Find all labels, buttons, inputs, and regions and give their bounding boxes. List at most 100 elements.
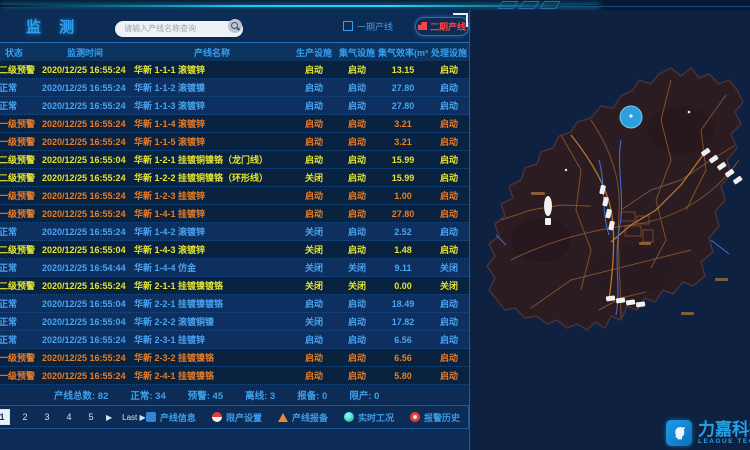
- info-square-icon: [146, 412, 156, 422]
- cell-prod: 启动: [292, 189, 336, 202]
- cell-time: 2020/12/25 16:55:24: [38, 209, 132, 219]
- cell-status: 二级预警: [0, 63, 38, 76]
- cell-gas: 启动: [336, 117, 378, 130]
- search-icon[interactable]: [228, 19, 242, 33]
- cell-gas: 启动: [336, 81, 378, 94]
- column-header: 集气效率(m³/s): [378, 46, 428, 59]
- table-row[interactable]: 正常2020/12/25 16:55:24华新 2-3-1 挂镀锌启动启动6.5…: [0, 331, 469, 349]
- cell-eff: 27.80: [378, 83, 428, 93]
- cell-gas: 启动: [336, 297, 378, 310]
- cell-gas: 启动: [336, 333, 378, 346]
- table-row[interactable]: 二级预警2020/12/25 16:55:24华新 1-2-2 挂镀铜镍铬（环形…: [0, 169, 469, 187]
- region-map[interactable]: [471, 10, 750, 450]
- cell-name: 华新 1-1-5 滚镀锌: [132, 135, 292, 148]
- cell-status: 一级预警: [0, 117, 38, 130]
- summary-item: 正常: 34: [130, 388, 165, 402]
- cell-status: 一级预警: [0, 135, 38, 148]
- cell-proc: 启动: [428, 225, 469, 238]
- cell-eff: 5.80: [378, 371, 428, 381]
- alarm-dot-icon: [410, 412, 420, 422]
- cell-eff: 1.48: [378, 245, 428, 255]
- cell-name: 华新 2-1-1 挂镀镍镀铬: [132, 279, 292, 292]
- table-row[interactable]: 一级预警2020/12/25 16:55:24华新 1-2-3 挂镀锌启动启动1…: [0, 187, 469, 205]
- cell-name: 华新 2-3-1 挂镀锌: [132, 333, 292, 346]
- phase1-checkbox-group[interactable]: 一期产线: [343, 20, 393, 33]
- table-row[interactable]: 二级预警2020/12/25 16:55:04华新 1-4-3 滚镀锌关闭启动1…: [0, 241, 469, 259]
- cell-name: 华新 1-4-4 仿金: [132, 261, 292, 274]
- toolbar-button-alarm-history[interactable]: 报警历史: [410, 411, 460, 424]
- cell-status: 一级预警: [0, 369, 38, 382]
- table-row[interactable]: 正常2020/12/25 16:55:24华新 1-1-2 滚镀镍启动启动27.…: [0, 79, 469, 97]
- cell-name: 华新 1-1-1 滚镀锌: [132, 63, 292, 76]
- cell-eff: 27.80: [378, 209, 428, 219]
- toolbar-label: 限产设置: [226, 411, 262, 424]
- cell-proc: 启动: [428, 63, 469, 76]
- table-row[interactable]: 正常2020/12/25 16:55:24华新 1-4-2 滚镀锌关闭启动2.5…: [0, 223, 469, 241]
- cell-name: 华新 1-4-2 滚镀锌: [132, 225, 292, 238]
- cell-eff: 2.52: [378, 227, 428, 237]
- search-input[interactable]: [115, 21, 243, 37]
- search-box: [115, 18, 243, 34]
- page-button-4[interactable]: 4: [62, 410, 76, 424]
- table-header: 状态监测时间产线名称生产设施集气设施集气效率(m³/s)处理设施: [0, 42, 469, 61]
- table-row[interactable]: 一级预警2020/12/25 16:55:24华新 2-4-1 挂镀镍铬启动启动…: [0, 367, 469, 385]
- logo-en-text: LEAGUE TECH: [698, 438, 750, 445]
- cell-time: 2020/12/25 16:55:24: [38, 101, 132, 111]
- table-row[interactable]: 正常2020/12/25 16:55:04华新 2-2-1 挂镀镍镀铬启动启动1…: [0, 295, 469, 313]
- toolbar-button-line-info[interactable]: 产线信息: [146, 411, 196, 424]
- table-row[interactable]: 一级预警2020/12/25 16:55:24华新 1-4-1 挂镀锌启动启动2…: [0, 205, 469, 223]
- table-row[interactable]: 一级预警2020/12/25 16:55:24华新 1-1-5 滚镀锌启动启动3…: [0, 133, 469, 151]
- top-decoration-band: [0, 0, 750, 10]
- cell-gas: 启动: [336, 243, 378, 256]
- table-row[interactable]: 正常2020/12/25 16:55:24华新 1-1-3 滚镀锌启动启动27.…: [0, 97, 469, 115]
- limit-circle-icon: [212, 412, 222, 422]
- cell-prod: 启动: [292, 63, 336, 76]
- table-row[interactable]: 二级预警2020/12/25 16:55:24华新 1-1-1 滚镀锌启动启动1…: [0, 61, 469, 79]
- logo-head-icon: [666, 420, 692, 446]
- checkbox-icon[interactable]: [343, 21, 353, 31]
- deco-parallelogram: [498, 1, 519, 9]
- logo-cn-text: 力嘉科技: [698, 421, 750, 438]
- table-row[interactable]: 一级预警2020/12/25 16:55:24华新 2-3-2 挂镀镍铬启动启动…: [0, 349, 469, 367]
- table-row[interactable]: 二级预警2020/12/25 16:55:04华新 1-2-1 挂镀铜镍铬（龙门…: [0, 151, 469, 169]
- toolbar-button-limit-settings[interactable]: 限产设置: [212, 411, 262, 424]
- cell-proc: 启动: [428, 351, 469, 364]
- cell-gas: 启动: [336, 189, 378, 202]
- cell-proc: 启动: [428, 171, 469, 184]
- cell-time: 2020/12/25 16:55:24: [38, 65, 132, 75]
- cell-name: 华新 2-2-2 滚镀铜镍: [132, 315, 292, 328]
- page-button-1[interactable]: 1: [0, 409, 10, 425]
- table-row[interactable]: 正常2020/12/25 16:54:44华新 1-4-4 仿金关闭关闭9.11…: [0, 259, 469, 277]
- cell-status: 二级预警: [0, 243, 38, 256]
- cell-proc: 启动: [428, 153, 469, 166]
- table-row[interactable]: 正常2020/12/25 16:55:04华新 2-2-2 滚镀铜镍关闭启动17…: [0, 313, 469, 331]
- toolbar-button-line-report[interactable]: 产线报备: [278, 411, 328, 424]
- cell-eff: 13.15: [378, 65, 428, 75]
- next-page-icon[interactable]: ▶: [106, 413, 112, 422]
- panel-header: 监 测 一期产线 二期产线: [0, 10, 469, 42]
- page-button-5[interactable]: 5: [84, 410, 98, 424]
- report-triangle-icon: [278, 413, 288, 422]
- cell-time: 2020/12/25 16:55:24: [38, 353, 132, 363]
- page-button-3[interactable]: 3: [40, 410, 54, 424]
- cell-status: 正常: [0, 99, 38, 112]
- toolbar-button-realtime-status[interactable]: 实时工况: [344, 411, 394, 424]
- factory-icon: [418, 22, 427, 30]
- cell-name: 华新 1-1-4 滚镀锌: [132, 117, 292, 130]
- cell-gas: 启动: [336, 351, 378, 364]
- page-button-2[interactable]: 2: [18, 410, 32, 424]
- cell-proc: 启动: [428, 297, 469, 310]
- table-row[interactable]: 一级预警2020/12/25 16:55:24华新 1-1-4 滚镀锌启动启动3…: [0, 115, 469, 133]
- cell-status: 正常: [0, 333, 38, 346]
- table-row[interactable]: 二级预警2020/12/25 16:55:24华新 2-1-1 挂镀镍镀铬关闭关…: [0, 277, 469, 295]
- column-header: 处理设施: [428, 46, 470, 59]
- cell-gas: 启动: [336, 135, 378, 148]
- cell-proc: 启动: [428, 369, 469, 382]
- cell-status: 一级预警: [0, 189, 38, 202]
- cell-proc: 启动: [428, 333, 469, 346]
- thin-line: [560, 6, 750, 7]
- cell-gas: 启动: [336, 207, 378, 220]
- column-header: 监测时间: [38, 46, 132, 59]
- cell-status: 正常: [0, 315, 38, 328]
- cell-time: 2020/12/25 16:55:04: [38, 299, 132, 309]
